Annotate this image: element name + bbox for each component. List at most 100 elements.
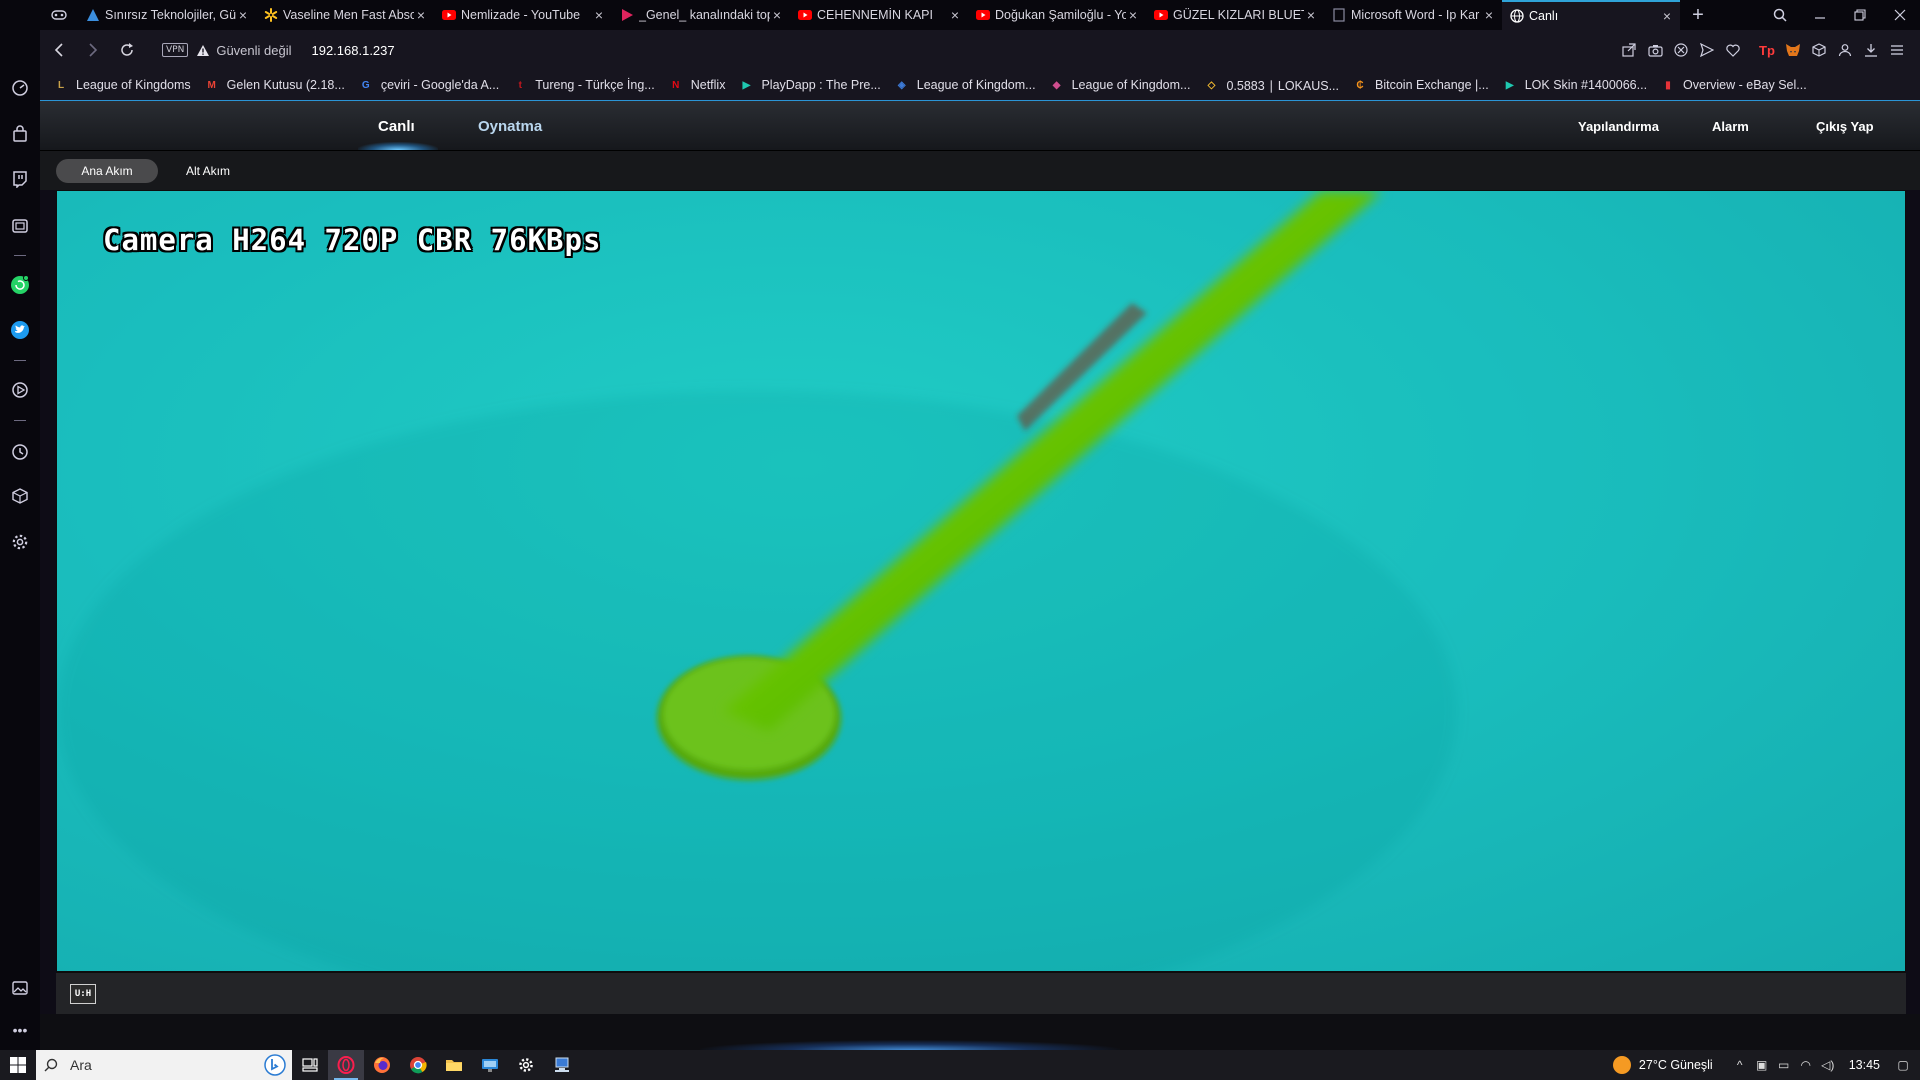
bookmark-item[interactable]: ▶ PlayDapp : The Pre... — [739, 78, 881, 92]
back-button[interactable] — [42, 30, 76, 70]
bookmark-item[interactable]: t Tureng - Türkçe İng... — [513, 78, 655, 92]
bookmark-item[interactable]: ◈ League of Kingdom... — [895, 78, 1036, 92]
windows-logo-icon — [10, 1057, 26, 1073]
twitch-icon[interactable] — [10, 169, 30, 189]
show-hidden-icons-chevron-icon[interactable]: ^ — [1729, 1058, 1751, 1072]
metamask-fox-icon[interactable] — [1780, 37, 1806, 63]
close-window-button[interactable] — [1880, 0, 1920, 30]
bookmark-item[interactable]: L League of Kingdoms — [54, 78, 191, 92]
bookmark-item[interactable]: ◇ 0.5883 ∣ LOKAUS... — [1204, 78, 1339, 93]
reload-button[interactable] — [110, 30, 144, 70]
device-icon[interactable]: ▣ — [1751, 1058, 1773, 1072]
bookmark-item[interactable]: N Netflix — [669, 78, 725, 92]
browser-tab[interactable]: GÜZEL KIZLARI BLUETO × — [1146, 0, 1324, 30]
whatsapp-icon[interactable] — [10, 275, 30, 295]
firefox-icon[interactable] — [364, 1050, 400, 1080]
bing-icon[interactable] — [264, 1054, 286, 1076]
extensions-cube-icon[interactable] — [10, 486, 30, 506]
browser-tab[interactable]: Canlı × — [1502, 0, 1680, 30]
volume-icon[interactable]: ◁) — [1817, 1058, 1839, 1072]
bookmark-item[interactable]: M Gelen Kutusu (2.18... — [205, 78, 345, 92]
remote-desktop-icon[interactable] — [472, 1050, 508, 1080]
battery-icon[interactable]: ▭ — [1773, 1058, 1795, 1072]
alarm-link[interactable]: Alarm — [1712, 101, 1749, 151]
speed-dial-icon[interactable] — [10, 78, 30, 98]
tab-playback[interactable]: Oynatma — [478, 101, 542, 151]
live-video-view[interactable]: Camera H264 720P CBR 76KBps — [56, 190, 1906, 972]
bookmark-item[interactable]: ▮ Overview - eBay Sel... — [1661, 78, 1806, 92]
browser-tab[interactable]: _Genel_ kanalındaki top × — [612, 0, 790, 30]
close-tab-icon[interactable]: × — [1126, 7, 1140, 23]
bookmark-label: Bitcoin Exchange |... — [1375, 78, 1489, 92]
tab-search-icon[interactable] — [1760, 0, 1800, 30]
tp-extension-icon[interactable]: Tp — [1754, 37, 1780, 63]
hd-toggle-button[interactable]: U:H — [70, 984, 96, 1004]
close-tab-icon[interactable]: × — [770, 7, 784, 23]
notification-center-icon[interactable]: ▢ — [1892, 1058, 1914, 1072]
more-options-icon[interactable]: ••• — [10, 1020, 30, 1040]
task-view-icon[interactable] — [292, 1050, 328, 1080]
browser-tab[interactable]: Vaseline Men Fast Abso × — [256, 0, 434, 30]
logout-link[interactable]: Çıkış Yap — [1816, 101, 1874, 151]
extensions-icon[interactable] — [1806, 37, 1832, 63]
history-icon[interactable] — [10, 442, 30, 462]
wifi-icon[interactable]: ◠ — [1795, 1058, 1817, 1072]
tab-live[interactable]: Canlı — [378, 101, 415, 151]
settings-gear-icon[interactable] — [10, 532, 30, 552]
browser-tab[interactable]: CEHENNEMİN KAPI × — [790, 0, 968, 30]
minimize-button[interactable] — [1800, 0, 1840, 30]
send-icon[interactable] — [1694, 37, 1720, 63]
new-tab-button[interactable]: + — [1680, 0, 1716, 30]
player-icon[interactable] — [10, 380, 30, 400]
browser-tab[interactable]: Doğukan Şamiloğlu - Yo × — [968, 0, 1146, 30]
tab-islands-icon[interactable] — [10, 216, 30, 236]
taskbar-search-box[interactable]: Ara — [36, 1050, 292, 1080]
bookmark-item[interactable]: Gçeviri - Google'da A... — [359, 78, 499, 92]
close-tab-icon[interactable]: × — [948, 7, 962, 23]
tab-menu-icon[interactable] — [40, 0, 78, 30]
weather-sun-icon[interactable] — [1612, 1056, 1631, 1074]
tab-title: CEHENNEMİN KAPI — [817, 8, 933, 22]
profile-icon[interactable] — [1832, 37, 1858, 63]
close-tab-icon[interactable]: × — [1482, 7, 1496, 23]
bookmark-item[interactable]: ₵ Bitcoin Exchange |... — [1353, 78, 1489, 92]
close-tab-icon[interactable]: × — [592, 7, 606, 23]
ad-blocker-icon[interactable] — [1668, 37, 1694, 63]
bookmark-heart-icon[interactable] — [1720, 37, 1746, 63]
weather-text[interactable]: 27°C Güneşli — [1639, 1058, 1713, 1072]
browser-tab[interactable]: Microsoft Word - Ip Kar × — [1324, 0, 1502, 30]
shopping-bag-icon[interactable] — [10, 124, 30, 144]
config-link[interactable]: Yapılandırma — [1578, 101, 1659, 151]
close-tab-icon[interactable]: × — [1304, 7, 1318, 23]
sub-stream-button[interactable]: Alt Akım — [170, 159, 246, 183]
forward-button[interactable] — [76, 30, 110, 70]
bookmark-item[interactable]: ▶ LOK Skin #1400066... — [1503, 78, 1647, 92]
opera-gx-taskbar-icon[interactable] — [328, 1050, 364, 1080]
lok-pink-icon: ◆ — [1052, 79, 1061, 91]
browser-tab[interactable]: Nemlizade - YouTube × — [434, 0, 612, 30]
network-app-icon[interactable] — [544, 1050, 580, 1080]
share-icon[interactable] — [1616, 37, 1642, 63]
image-gallery-icon[interactable] — [10, 978, 30, 998]
main-stream-button[interactable]: Ana Akım — [56, 159, 158, 183]
close-tab-icon[interactable]: × — [236, 7, 250, 23]
vpn-badge[interactable]: VPN — [162, 43, 189, 57]
chrome-icon[interactable] — [400, 1050, 436, 1080]
file-explorer-icon[interactable] — [436, 1050, 472, 1080]
video-frame-image — [57, 191, 1905, 971]
download-icon[interactable] — [1858, 37, 1884, 63]
site-security-indicator[interactable]: Güvenli değil — [196, 43, 291, 58]
restore-button[interactable] — [1840, 0, 1880, 30]
close-tab-icon[interactable]: × — [1660, 8, 1674, 24]
clock-time[interactable]: 13:45 — [1849, 1058, 1880, 1072]
settings-icon[interactable] — [508, 1050, 544, 1080]
tureng-icon: t — [518, 79, 522, 91]
url-field[interactable]: 192.168.1.237 — [311, 43, 394, 58]
easy-setup-menu-icon[interactable] — [1884, 37, 1910, 63]
close-tab-icon[interactable]: × — [414, 7, 428, 23]
bookmark-item[interactable]: ◆ League of Kingdom... — [1050, 78, 1191, 92]
start-button[interactable] — [0, 1050, 36, 1080]
snapshot-camera-icon[interactable] — [1642, 37, 1668, 63]
twitter-icon[interactable] — [10, 320, 30, 340]
browser-tab[interactable]: Sınırsız Teknolojiler, Gü × — [78, 0, 256, 30]
